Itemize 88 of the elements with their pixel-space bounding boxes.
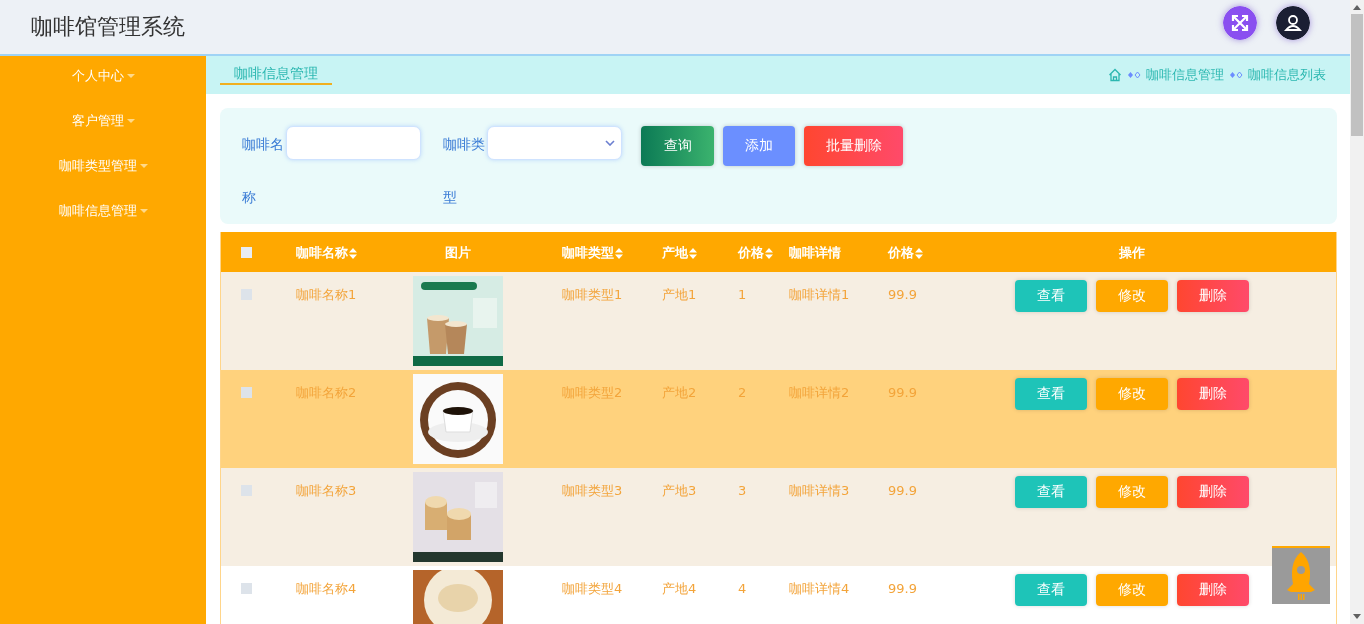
column-header[interactable]: 操作 [1015,244,1249,262]
query-button[interactable]: 查询 [641,126,714,166]
checkbox[interactable] [240,289,252,300]
back-to-top-button[interactable] [1272,546,1330,604]
caret-icon [126,74,135,78]
checkbox[interactable] [240,246,252,258]
table-cell: 咖啡类型4 [562,581,623,596]
column-header[interactable]: 咖啡名称 [296,244,357,262]
edit-button[interactable]: 修改 [1096,378,1168,410]
field-label: 咖啡名称 [242,135,285,207]
add-button[interactable]: 添加 [723,126,795,166]
sidebar-item[interactable]: 咖啡类型管理 [0,155,206,200]
sidebar-item[interactable]: 个人中心 [0,65,206,110]
column-header[interactable]: 咖啡类型 [562,244,623,262]
sort-icon [689,247,697,259]
delete-button[interactable]: 删除 [1177,280,1249,312]
scrollbar[interactable] [1350,0,1364,624]
sidebar-item[interactable]: 咖啡信息管理 [0,200,206,245]
sort-icon [765,247,773,259]
table-cell: 咖啡类型2 [562,385,623,400]
separator-icon [1127,71,1141,79]
table-cell: 咖啡详情1 [789,287,850,302]
delete-button[interactable]: 删除 [1177,574,1249,606]
table-cell: 咖啡名称2 [296,385,357,400]
edit-button[interactable]: 修改 [1096,574,1168,606]
breadcrumb-link[interactable]: 咖啡信息管理 [1146,66,1224,84]
scrollbar-thumb[interactable] [1351,14,1363,136]
table-cell: 产地1 [662,287,697,302]
scroll-down-icon[interactable] [1352,614,1362,620]
sort-icon [349,247,357,259]
table-cell: 99.9 [888,287,917,302]
sort-icon [915,247,923,259]
table-row[interactable]: 咖啡名称3 咖啡类型3 产地3 3 咖啡详情3 99.9 查看 修改 删除 [221,468,1336,566]
delete-button[interactable]: 批量删除 [804,126,903,166]
view-button[interactable]: 查看 [1015,574,1087,606]
table-cell: 4 [738,581,747,596]
scroll-up-icon[interactable] [1352,4,1362,10]
breadcrumb-link[interactable]: 咖啡信息列表 [1248,66,1326,84]
field-label: 咖啡类型 [443,135,486,207]
table-row[interactable]: 咖啡名称1 咖啡类型1 产地1 1 咖啡详情1 99.9 查看 修改 删除 [221,272,1336,370]
input-field[interactable] [286,126,421,160]
app-title: 咖啡馆管理系统 [31,13,185,41]
table-cell: 咖啡详情4 [789,581,850,596]
table-cell: 99.9 [888,385,917,400]
view-button[interactable]: 查看 [1015,378,1087,410]
table-cell: 咖啡名称4 [296,581,357,596]
column-header[interactable]: 产地 [662,244,697,262]
table-cell: 咖啡类型1 [562,287,623,302]
table-cell: 1 [738,287,747,302]
checkbox[interactable] [240,583,252,594]
table-cell: 咖啡名称1 [296,287,357,302]
table-cell: 99.9 [888,483,917,498]
tab[interactable]: 咖啡信息管理 [220,65,332,85]
checkbox[interactable] [240,485,252,496]
table-cell: 3 [738,483,747,498]
caret-icon [139,164,148,168]
delete-button[interactable]: 删除 [1177,476,1249,508]
home-icon[interactable] [1108,68,1122,82]
column-header[interactable]: 咖啡详情 [789,244,841,262]
edit-button[interactable]: 修改 [1096,476,1168,508]
table-cell: 产地3 [662,483,697,498]
separator-icon [1229,71,1243,79]
edit-button[interactable]: 修改 [1096,280,1168,312]
select-field[interactable] [487,126,622,160]
view-button[interactable]: 查看 [1015,476,1087,508]
column-header[interactable]: 价格 [738,244,773,262]
table-cell: 99.9 [888,581,917,596]
table-cell: 产地2 [662,385,697,400]
user-avatar-icon[interactable] [1276,6,1310,40]
table-cell: 产地4 [662,581,697,596]
table-cell: 咖啡名称3 [296,483,357,498]
caret-icon [126,119,135,123]
chevron-icon [605,140,615,146]
table-cell: 咖啡详情2 [789,385,850,400]
table-row[interactable]: 咖啡名称2 咖啡类型2 产地2 2 咖啡详情2 99.9 查看 修改 删除 [221,370,1336,468]
rocket-icon [1285,552,1317,600]
caret-icon [139,209,148,213]
sidebar-item[interactable]: 客户管理 [0,110,206,155]
view-button[interactable]: 查看 [1015,280,1087,312]
table-cell: 2 [738,385,747,400]
table-cell: 咖啡类型3 [562,483,623,498]
checkbox[interactable] [240,387,252,398]
column-header[interactable]: 价格 [888,244,923,262]
delete-button[interactable]: 删除 [1177,378,1249,410]
table-cell: 咖啡详情3 [789,483,850,498]
sort-icon [615,247,623,259]
column-header[interactable]: 图片 [445,244,471,262]
fullscreen-icon[interactable] [1223,6,1257,40]
